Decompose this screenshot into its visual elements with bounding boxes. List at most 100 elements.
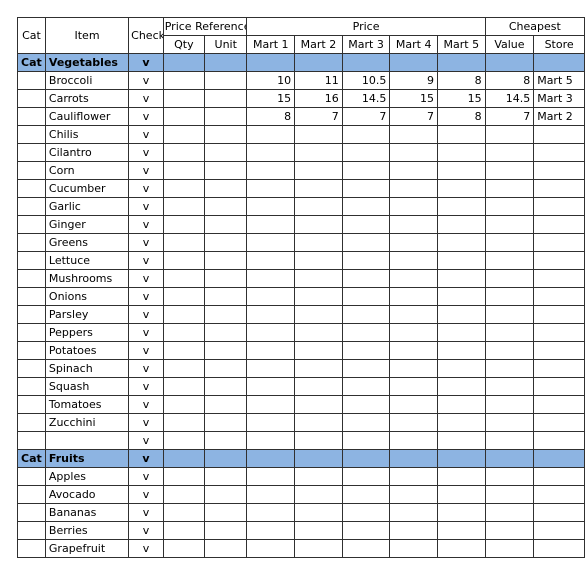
cell-price-mart5[interactable]: 8: [437, 107, 486, 126]
cell-cat[interactable]: [17, 251, 46, 270]
cell-price-mart5[interactable]: [437, 431, 486, 450]
cell-item-name[interactable]: Potatoes: [44, 341, 130, 360]
cell-price-mart5[interactable]: [437, 341, 486, 360]
cell-price-mart1[interactable]: 15: [246, 89, 296, 108]
cell-price-mart4[interactable]: [389, 413, 439, 432]
cell-cheapest-value[interactable]: [484, 449, 535, 468]
cell-price-mart3[interactable]: [341, 197, 391, 216]
cell-cat[interactable]: [17, 89, 46, 108]
cell-qty[interactable]: [162, 53, 206, 72]
cell-item-name[interactable]: Cilantro: [44, 143, 130, 162]
cell-cheapest-value[interactable]: [484, 431, 535, 450]
column-header-cat[interactable]: Cat: [17, 17, 46, 54]
cell-unit[interactable]: [204, 89, 248, 108]
cell-item-name[interactable]: Peppers: [44, 323, 130, 342]
cell-cheapest-store[interactable]: [533, 485, 585, 504]
cell-item-name[interactable]: Garlic: [44, 197, 130, 216]
cell-price-mart4[interactable]: [389, 251, 439, 270]
cell-price-mart3[interactable]: [341, 251, 391, 270]
cell-price-mart5[interactable]: [437, 305, 486, 324]
cell-price-mart3[interactable]: [341, 467, 391, 486]
cell-cheapest-store[interactable]: [533, 431, 585, 450]
cell-checklist-mark[interactable]: v: [128, 413, 164, 432]
cell-price-mart1[interactable]: [246, 143, 296, 162]
cell-unit[interactable]: [204, 71, 248, 90]
cell-item-name[interactable]: Onions: [44, 287, 130, 306]
cell-price-mart5[interactable]: [437, 359, 486, 378]
cell-price-mart1[interactable]: 8: [246, 107, 296, 126]
cell-price-mart3[interactable]: [341, 179, 391, 198]
cell-price-mart3[interactable]: [341, 521, 391, 540]
cell-unit[interactable]: [204, 197, 248, 216]
cell-price-mart1[interactable]: [246, 449, 296, 468]
cell-checklist-mark[interactable]: v: [128, 395, 164, 414]
cell-price-mart5[interactable]: [437, 215, 486, 234]
cell-checklist-mark[interactable]: v: [128, 305, 164, 324]
cell-cat[interactable]: [17, 377, 46, 396]
cell-cheapest-value[interactable]: [484, 197, 535, 216]
cell-price-mart3[interactable]: 10.5: [341, 71, 391, 90]
cell-qty[interactable]: [162, 179, 206, 198]
cell-qty[interactable]: [162, 161, 206, 180]
cell-cheapest-store[interactable]: [533, 323, 585, 342]
cell-qty[interactable]: [162, 287, 206, 306]
cell-unit[interactable]: [204, 467, 248, 486]
cell-price-mart4[interactable]: [389, 143, 439, 162]
cell-price-mart1[interactable]: [246, 125, 296, 144]
cell-price-mart2[interactable]: [294, 287, 343, 306]
cell-price-mart5[interactable]: [437, 503, 486, 522]
cell-price-mart1[interactable]: [246, 503, 296, 522]
cell-price-mart5[interactable]: [437, 125, 486, 144]
cell-price-mart2[interactable]: [294, 323, 343, 342]
cell-cat[interactable]: [17, 539, 46, 558]
cell-checklist-mark[interactable]: v: [128, 341, 164, 360]
cell-cat[interactable]: [17, 125, 46, 144]
column-header-mart2[interactable]: Mart 2: [294, 35, 343, 54]
cell-price-mart5[interactable]: [437, 395, 486, 414]
cell-item-name[interactable]: Parsley: [44, 305, 130, 324]
cell-unit[interactable]: [204, 485, 248, 504]
cell-cheapest-store[interactable]: [533, 179, 585, 198]
cell-price-mart2[interactable]: [294, 215, 343, 234]
cell-unit[interactable]: [204, 53, 248, 72]
cell-price-mart5[interactable]: [437, 413, 486, 432]
cell-price-mart3[interactable]: 14.5: [341, 89, 391, 108]
cell-checklist-mark[interactable]: v: [128, 287, 164, 306]
cell-qty[interactable]: [162, 341, 206, 360]
cell-price-mart4[interactable]: [389, 197, 439, 216]
cell-checklist-mark[interactable]: v: [128, 323, 164, 342]
cell-unit[interactable]: [204, 503, 248, 522]
cell-price-mart4[interactable]: 9: [389, 71, 439, 90]
cell-price-mart4[interactable]: [389, 503, 439, 522]
cell-qty[interactable]: [162, 197, 206, 216]
cell-cat[interactable]: [17, 215, 46, 234]
cell-unit[interactable]: [204, 341, 248, 360]
cell-price-mart2[interactable]: [294, 269, 343, 288]
cell-price-mart4[interactable]: [389, 179, 439, 198]
cell-cat[interactable]: [17, 197, 46, 216]
cell-cat[interactable]: [17, 323, 46, 342]
cell-cheapest-store[interactable]: [533, 197, 585, 216]
cell-cheapest-store[interactable]: [533, 521, 585, 540]
cell-cheapest-value[interactable]: [484, 251, 535, 270]
cell-cheapest-store[interactable]: [533, 467, 585, 486]
cell-unit[interactable]: [204, 125, 248, 144]
cell-qty[interactable]: [162, 377, 206, 396]
cell-price-mart5[interactable]: [437, 179, 486, 198]
cell-cheapest-value[interactable]: [484, 179, 535, 198]
cell-item-name[interactable]: Cauliflower: [44, 107, 130, 126]
cell-price-mart5[interactable]: [437, 539, 486, 558]
cell-price-mart2[interactable]: [294, 539, 343, 558]
cell-cheapest-value[interactable]: 7: [484, 107, 535, 126]
cell-price-mart4[interactable]: [389, 359, 439, 378]
cell-qty[interactable]: [162, 413, 206, 432]
cell-price-mart2[interactable]: [294, 305, 343, 324]
cell-price-mart3[interactable]: [341, 53, 391, 72]
cell-cheapest-value[interactable]: [484, 287, 535, 306]
cell-price-mart1[interactable]: [246, 395, 296, 414]
cell-price-mart5[interactable]: [437, 449, 486, 468]
cell-price-mart5[interactable]: 8: [437, 71, 486, 90]
cell-price-mart4[interactable]: [389, 53, 439, 72]
cell-cheapest-store[interactable]: Mart 3: [533, 89, 585, 108]
cell-cat[interactable]: [17, 305, 46, 324]
